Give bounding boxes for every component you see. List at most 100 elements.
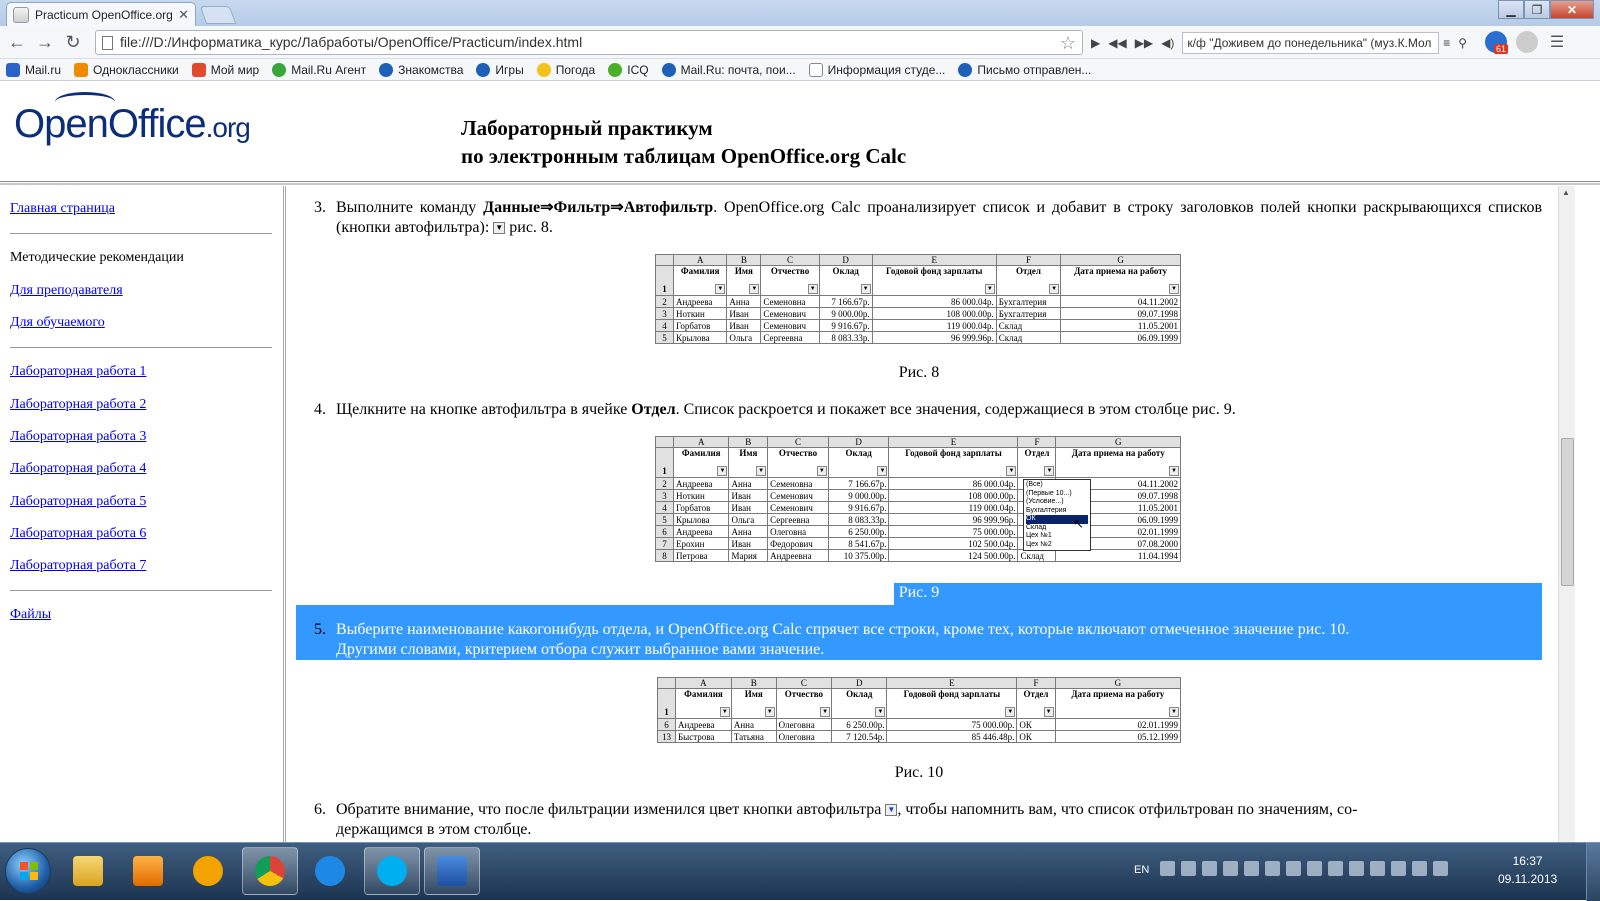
tray-icon[interactable] [1244,861,1259,876]
wrench-menu-icon[interactable]: ☰ [1546,31,1568,53]
browser-tab[interactable]: Practicum OpenOffice.org ✕ [6,2,196,26]
new-tab-button[interactable] [199,6,237,24]
tab-close-icon[interactable]: ✕ [178,7,189,23]
scroll-up-arrow-icon[interactable]: ▲ [1562,188,1570,197]
show-desktop-button[interactable] [1586,843,1600,901]
bookmark-item[interactable]: Письмо отправлен... [958,62,1091,77]
tray-icon[interactable] [1328,861,1343,876]
column-letter: A [675,677,732,689]
taskbar-media-player[interactable] [120,847,176,895]
tray-icon[interactable] [1265,861,1280,876]
tray-icon[interactable] [1223,861,1238,876]
table-cell: Андреева [672,525,730,538]
search-icon[interactable]: ⚲ [1458,36,1467,50]
bookmark-item[interactable]: Погода [536,62,595,77]
volume-icon[interactable]: ◀) [1161,36,1174,50]
bookmark-item[interactable]: Mail.ru [6,62,61,77]
bookmark-item[interactable]: Знакомства [379,62,463,77]
table-cell: 8 083.33р. [827,513,890,526]
figure-caption: Рис. 8 [898,364,940,381]
address-bar[interactable]: file:///D:/Информатика_курс/Лабработы/Op… [95,30,1083,55]
table-row: 4 Горбатов Иван Семенович 9 916.67р. 119 000.… [655,501,1181,514]
sidebar-link-lab-2[interactable]: Лабораторная работа 2 [10,397,146,413]
table-cell: 4 [655,501,674,514]
sidebar-link-lab-4[interactable]: Лабораторная работа 4 [10,461,146,477]
table-cell: Иван [728,489,769,502]
tray-icon[interactable] [1160,861,1175,876]
table-cell: Бухгалтерия [995,295,1062,308]
tray-icon[interactable] [1307,861,1322,876]
spreadsheet-figure-9: A B C D E F G 1 Фамилия ▼ Имя ▼ Отчество ▼ Оклад ▼ Годов… [655,436,1181,562]
tray-icon[interactable] [1349,861,1364,876]
bookmark-star-icon[interactable]: ☆ [1060,32,1076,54]
field-header-cell: Годовой фонд зарплаты ▼ [886,688,1018,719]
taskbar-mail-agent[interactable] [180,847,236,895]
sidebar-link-student[interactable]: Для обучаемого [10,315,105,331]
taskbar-skype[interactable] [364,847,420,895]
rewind-icon[interactable]: ◀◀ [1108,36,1126,50]
column-letter: A [672,436,730,448]
table-cell: Семенович [760,307,820,320]
sidebar-link-lab-6[interactable]: Лабораторная работа 6 [10,526,146,542]
bookmark-item[interactable]: Mail.Ru Агент [272,62,366,77]
sidebar-link-lab-7[interactable]: Лабораторная работа 7 [10,558,146,574]
close-window-button[interactable]: ✕ [1550,0,1594,19]
sidebar-link-files[interactable]: Файлы [10,607,51,623]
taskbar-explorer[interactable] [60,847,116,895]
autofilter-dropdown-list: (Все) (Первые 10...) (Условие...) Бухгалтер… [1023,479,1091,551]
scroll-thumb[interactable] [1561,438,1574,586]
volume-icon[interactable] [1433,861,1448,876]
bookmark-item[interactable]: Мой мир [191,62,259,77]
language-indicator[interactable]: EN [1134,864,1149,876]
autofilter-button-icon: ▼ [877,466,888,476]
player-track-title: к/ф "Доживем до понедельника" (муз.К.Мол [1182,31,1440,54]
tray-icon[interactable] [1181,861,1196,876]
tray-icon[interactable] [1391,861,1406,876]
table-cell: Крылова [672,513,730,526]
tray-icon[interactable] [1370,861,1385,876]
taskbar-word[interactable] [424,847,480,895]
field-header-cell: Имя ▼ [726,265,762,296]
table-cell: Семенович [760,319,820,332]
bookmark-item[interactable]: ICQ [608,62,649,77]
clock[interactable]: 16:37 09.11.2013 [1498,852,1557,888]
tray-icon[interactable] [1286,861,1301,876]
table-cell: Склад [995,331,1062,344]
back-arrow-icon[interactable]: ← [6,31,28,53]
at-sign-icon [379,62,394,77]
minimize-button[interactable]: ▁ [1498,0,1524,19]
table-cell: 09.07.1998 [1060,307,1181,320]
bluetooth-icon[interactable] [1202,861,1217,876]
page-icon [102,36,113,50]
sidebar-link-home[interactable]: Главная страница [10,201,115,217]
fast-forward-icon[interactable]: ▶▶ [1135,36,1153,50]
extension-icon[interactable] [1516,31,1538,53]
start-button[interactable] [5,848,51,894]
network-icon[interactable] [1412,861,1427,876]
bookmark-item[interactable]: Игры [476,62,524,77]
reload-icon[interactable]: ↻ [62,31,84,53]
sidebar-link-lab-3[interactable]: Лабораторная работа 3 [10,429,146,445]
column-letter: G [1060,254,1181,266]
sidebar-link-teacher[interactable]: Для преподавателя [10,283,123,299]
field-header-cell: Дата приема на работу ▼ [1055,447,1181,478]
ie-icon [315,856,345,886]
bookmark-item[interactable]: Информация студе... [808,62,945,77]
autofilter-button-icon: ▼ [807,284,818,294]
sidebar-link-lab-5[interactable]: Лабораторная работа 5 [10,494,146,510]
table-cell: Иван [726,307,762,320]
column-header-row: ABCDEFG [657,677,1182,689]
vertical-scrollbar[interactable]: ▲ ▼ [1558,186,1575,857]
taskbar-chrome[interactable] [242,847,298,895]
bookmark-item[interactable]: Одноклассники [74,62,179,77]
autofilter-button-icon: ▼ [715,284,726,294]
bookmark-item[interactable]: Mail.Ru: почта, пои... [661,62,796,77]
forward-arrow-icon[interactable]: → [34,31,56,53]
taskbar-internet-explorer[interactable] [302,847,358,895]
maximize-button[interactable]: ❐ [1524,0,1550,19]
field-header-cell: Отдел ▼ [1017,447,1057,478]
column-letter: B [730,677,777,689]
play-icon[interactable]: ▶ [1091,36,1100,50]
sidebar-link-lab-1[interactable]: Лабораторная работа 1 [10,364,146,380]
menu-lines-icon[interactable]: ≡ [1443,36,1450,50]
